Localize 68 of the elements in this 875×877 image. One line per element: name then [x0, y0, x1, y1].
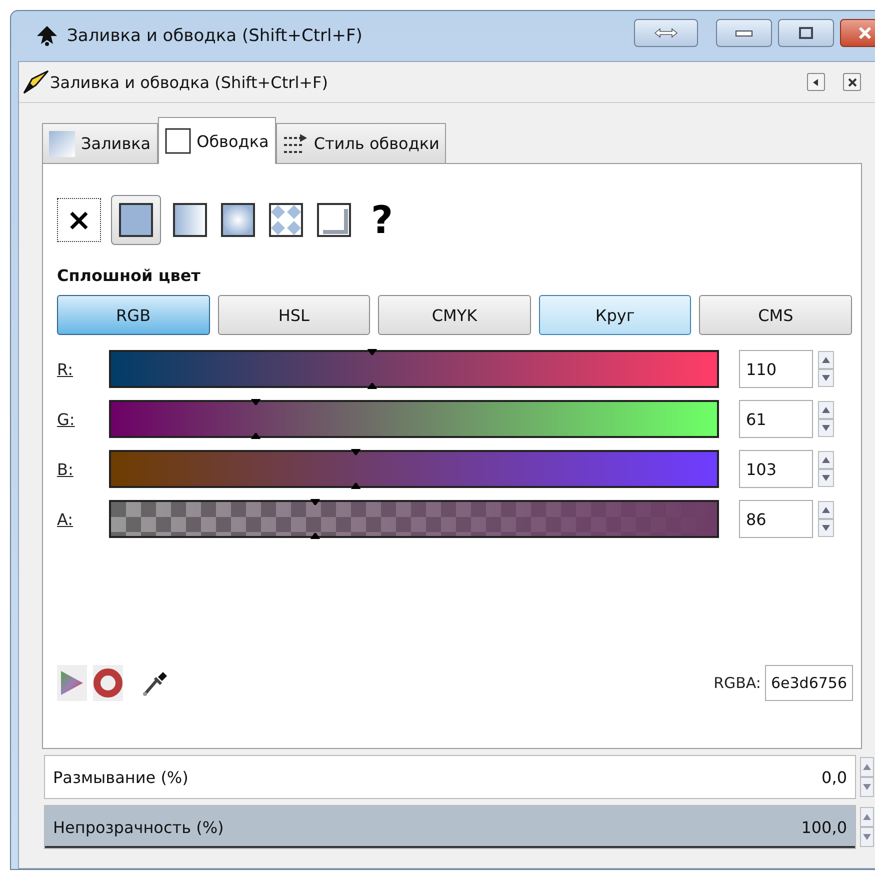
mode-tab[interactable]: Круг [538, 295, 692, 335]
rgba-label: RGBA: [714, 674, 761, 692]
minimize-button[interactable] [716, 19, 772, 47]
empty-square-icon [164, 128, 191, 154]
color-gamut-icon[interactable] [57, 665, 87, 701]
close-button[interactable] [840, 19, 875, 47]
channel-label: R: [57, 360, 74, 378]
blur-value: 0,0 [822, 768, 847, 786]
paint-type-button[interactable] [171, 201, 209, 239]
swatch-icon [317, 203, 351, 237]
close-icon [858, 26, 872, 40]
opacity-field[interactable]: Непрозрачность (%) 100,0 [44, 805, 856, 849]
paint-type-button[interactable] [267, 201, 305, 239]
mode-tab[interactable]: HSL [218, 295, 370, 335]
flat-color-icon [119, 203, 153, 237]
pattern-icon [269, 203, 303, 237]
tab[interactable]: Заливка [42, 123, 158, 163]
blur-label: Размывание (%) [53, 768, 188, 786]
dock-toggle-button[interactable] [634, 19, 698, 47]
section-title: Сплошной цвет [57, 266, 202, 285]
app-icon [35, 24, 59, 48]
collapse-button[interactable] [807, 73, 825, 91]
spin-arrows[interactable] [818, 351, 834, 387]
minimize-icon [735, 28, 753, 38]
gradient-square-icon [49, 130, 75, 156]
tab[interactable]: Стиль обводки [276, 123, 446, 163]
radial-gradient-icon [221, 203, 255, 237]
number-field[interactable]: 103 [739, 450, 813, 488]
color-slider[interactable] [109, 500, 719, 538]
number-field[interactable]: 61 [739, 400, 813, 438]
panel-title: Заливка и обводка (Shift+Ctrl+F) [50, 72, 328, 92]
close-icon [846, 76, 858, 88]
maximize-button[interactable] [778, 19, 834, 47]
spin-arrows[interactable] [860, 757, 874, 797]
rgba-field[interactable]: 6e3d6756 [764, 665, 853, 701]
paint-type-button[interactable]: × [57, 198, 101, 242]
ring-icon[interactable] [93, 665, 123, 701]
dashed-lines-icon [282, 132, 308, 154]
channel-label: G: [57, 410, 76, 428]
channel-label: B: [57, 460, 74, 478]
paint-type-button[interactable]: ? [363, 201, 401, 239]
channel-label: A: [57, 510, 74, 528]
number-field[interactable]: 110 [739, 350, 813, 388]
mode-tab[interactable]: CMS [699, 295, 852, 335]
window-title: Заливка и обводка (Shift+Ctrl+F) [67, 26, 362, 46]
spin-arrows[interactable] [818, 501, 834, 537]
paint-type-button[interactable] [315, 201, 353, 239]
spin-arrows[interactable] [818, 451, 834, 487]
color-slider[interactable] [109, 350, 719, 388]
mode-tab[interactable]: CMYK [378, 295, 531, 335]
paint-type-button[interactable] [111, 195, 161, 245]
maximize-icon [799, 27, 813, 39]
close-panel-button[interactable] [843, 73, 861, 91]
color-slider[interactable] [109, 400, 719, 438]
slider-thumb[interactable] [308, 499, 322, 539]
double-arrow-icon [653, 27, 679, 39]
number-field[interactable]: 86 [739, 500, 813, 538]
paint-type-button[interactable] [219, 201, 257, 239]
mode-tab[interactable]: RGB [57, 295, 210, 335]
tab[interactable]: Обводка [158, 117, 276, 164]
spin-arrows[interactable] [818, 401, 834, 437]
opacity-label: Непрозрачность (%) [53, 818, 224, 836]
blur-field[interactable]: Размывание (%) 0,0 [44, 755, 856, 799]
spin-arrows[interactable] [860, 807, 874, 847]
linear-gradient-icon [173, 203, 207, 237]
opacity-value: 100,0 [801, 818, 847, 836]
pen-icon [22, 69, 50, 95]
color-slider[interactable] [109, 450, 719, 488]
